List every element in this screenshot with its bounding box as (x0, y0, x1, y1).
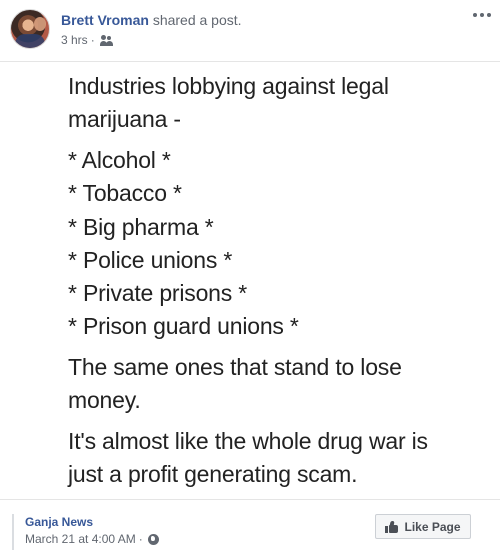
post-image[interactable]: Industries lobbying against legal mariju… (0, 61, 500, 498)
friends-icon[interactable] (99, 34, 113, 46)
like-page-label: Like Page (404, 519, 461, 534)
shared-page-attribution: Ganja News March 21 at 4:00 AM · Like Pa… (0, 499, 500, 555)
list-item: * Police unions * (68, 246, 233, 273)
author-name[interactable]: Brett Vroman (61, 12, 149, 28)
globe-icon[interactable] (147, 533, 159, 545)
like-page-button[interactable]: Like Page (375, 514, 471, 539)
image-heading-line: Industries lobbying against legal (68, 73, 389, 99)
image-paragraph-line: It's almost like the whole drug war is (68, 428, 428, 455)
meta-separator: · (138, 532, 143, 546)
image-paragraph-line: The same ones that stand to lose (68, 354, 402, 381)
page-post-date[interactable]: March 21 at 4:00 AM (25, 532, 136, 546)
attribution-divider (12, 514, 14, 550)
author-line: Brett Vroman shared a post. (61, 12, 242, 28)
meta-separator: · (90, 33, 95, 47)
image-text: Industries lobbying against legal mariju… (68, 70, 488, 499)
author-avatar[interactable] (10, 9, 50, 49)
list-item: * Prison guard unions * (68, 313, 299, 340)
page-post-meta: March 21 at 4:00 AM · (25, 532, 159, 546)
list-item: * Private prisons * (68, 280, 247, 307)
post-meta: 3 hrs · (61, 33, 113, 47)
image-paragraph-line: money. (68, 387, 141, 414)
industries-list: * Alcohol * * Tobacco * * Big pharma * *… (68, 144, 488, 343)
thumbs-up-icon (385, 520, 399, 533)
more-options-icon[interactable] (472, 10, 492, 20)
list-item: * Big pharma * (68, 213, 214, 240)
shared-post-text: shared a post. (152, 12, 242, 28)
list-item: * Alcohol * (68, 147, 171, 173)
list-item: * Tobacco * (68, 180, 182, 207)
page-name[interactable]: Ganja News (25, 515, 93, 529)
post-header: Brett Vroman shared a post. 3 hrs · (0, 0, 500, 60)
image-paragraph-line: just a profit generating scam. (68, 461, 358, 488)
image-heading-line: marijuana - (68, 106, 181, 132)
post-timestamp[interactable]: 3 hrs (61, 33, 88, 47)
